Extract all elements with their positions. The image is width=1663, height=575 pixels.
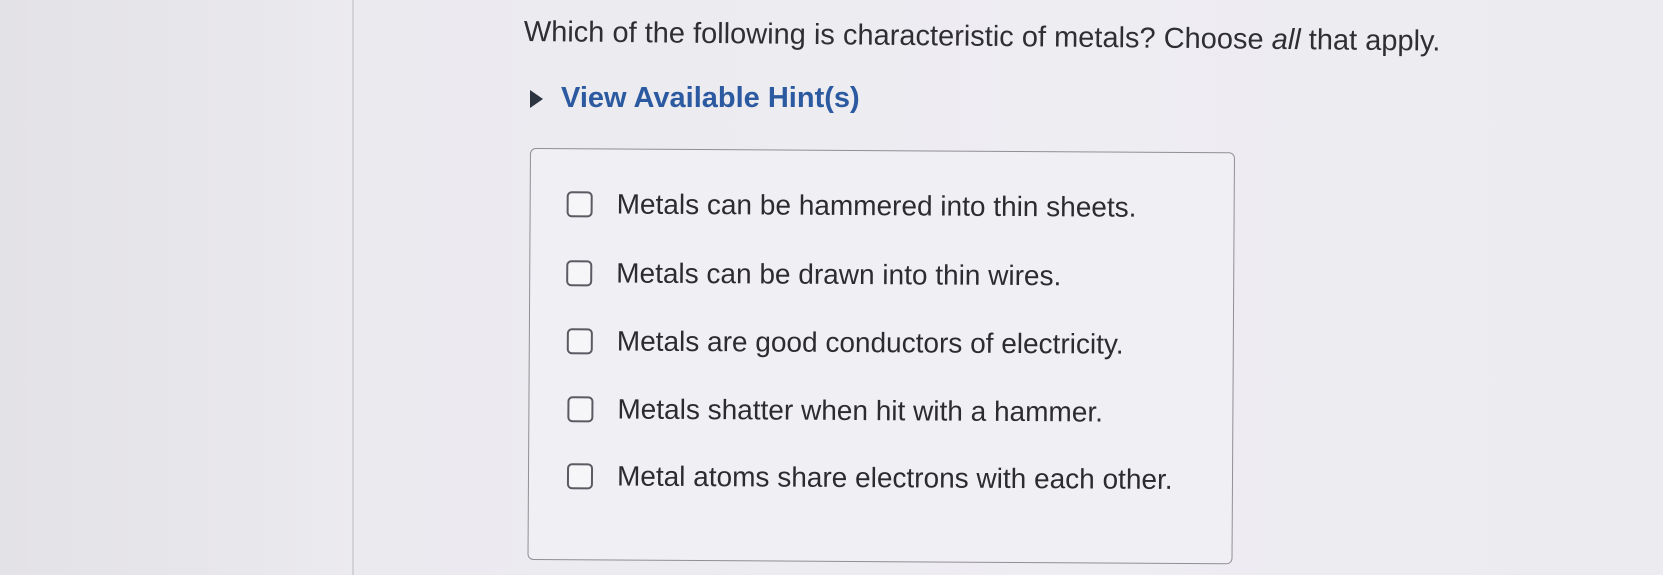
answer-options-box: Metals can be hammered into thin sheets.… bbox=[527, 148, 1235, 565]
checkbox[interactable] bbox=[566, 191, 593, 218]
option-share-electrons[interactable]: Metal atoms share electrons with each ot… bbox=[566, 460, 1173, 496]
option-label: Metals can be hammered into thin sheets. bbox=[616, 188, 1137, 223]
option-label: Metals shatter when hit with a hammer. bbox=[617, 393, 1104, 428]
checkbox[interactable] bbox=[566, 260, 593, 287]
option-label: Metals are good conductors of electricit… bbox=[616, 325, 1124, 360]
option-hammered-sheets[interactable]: Metals can be hammered into thin sheets. bbox=[566, 188, 1137, 223]
question-text-start: Which of the following is characteristic… bbox=[523, 16, 1272, 56]
checkbox[interactable] bbox=[566, 328, 593, 355]
question-text-end: that apply. bbox=[1300, 24, 1441, 58]
view-hints-label: View Available Hint(s) bbox=[561, 82, 860, 114]
question-emphasis: all bbox=[1271, 23, 1301, 57]
checkbox[interactable] bbox=[566, 463, 594, 490]
option-drawn-wires[interactable]: Metals can be drawn into thin wires. bbox=[566, 257, 1061, 292]
option-label: Metal atoms share electrons with each ot… bbox=[616, 460, 1173, 495]
view-hints-toggle[interactable]: View Available Hint(s) bbox=[530, 82, 860, 115]
checkbox[interactable] bbox=[567, 396, 594, 423]
option-shatter-hammer[interactable]: Metals shatter when hit with a hammer. bbox=[567, 393, 1103, 428]
option-label: Metals can be drawn into thin wires. bbox=[616, 257, 1062, 292]
option-good-conductors[interactable]: Metals are good conductors of electricit… bbox=[566, 325, 1124, 360]
triangle-right-icon bbox=[530, 89, 543, 108]
left-panel bbox=[0, 0, 352, 575]
